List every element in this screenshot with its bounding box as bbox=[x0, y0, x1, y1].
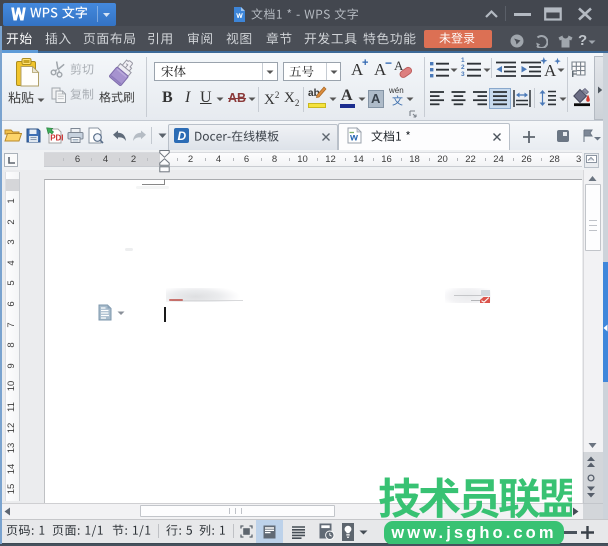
svg-text:PDF: PDF bbox=[50, 134, 63, 143]
svg-text:F: F bbox=[572, 69, 578, 77]
